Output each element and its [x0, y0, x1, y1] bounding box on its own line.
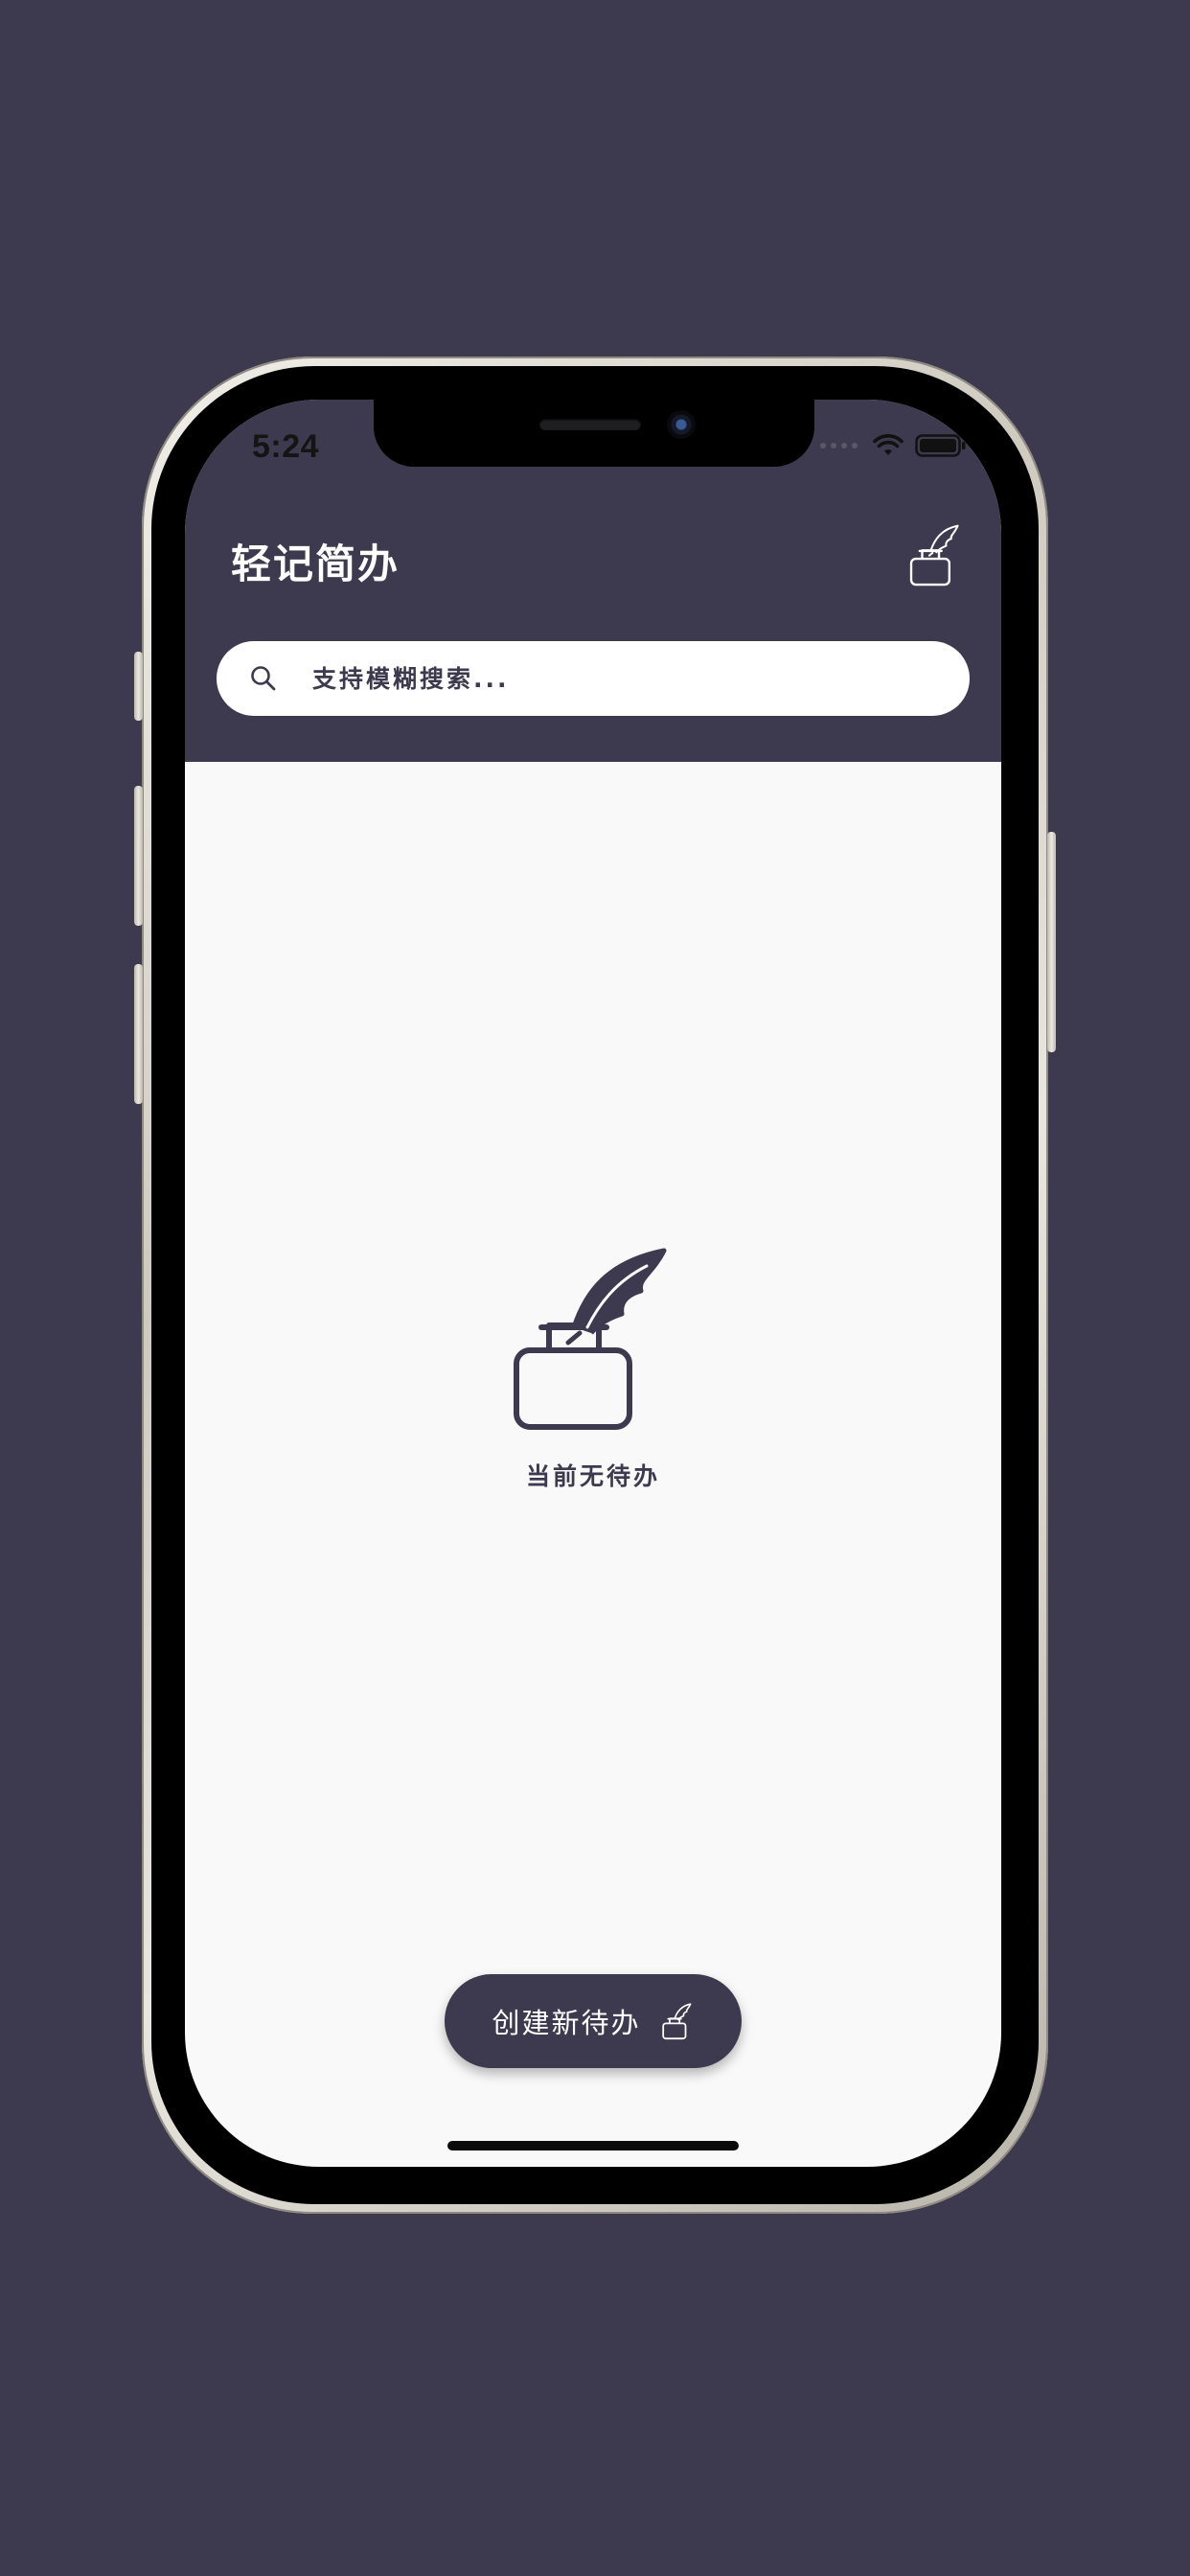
volume-up-button	[134, 786, 143, 926]
create-todo-button[interactable]: 创建新待办	[445, 1974, 742, 2068]
earpiece-speaker	[539, 419, 641, 430]
notch	[374, 400, 814, 467]
empty-state-message: 当前无待办	[525, 1462, 660, 1490]
search-input[interactable]	[310, 663, 927, 694]
front-camera	[667, 410, 696, 439]
status-time: 5:24	[252, 428, 320, 465]
app-header: 5:24 轻记简办	[185, 400, 1001, 762]
home-indicator[interactable]	[447, 2141, 739, 2150]
search-bar[interactable]	[217, 641, 970, 716]
power-button	[1047, 832, 1056, 1052]
volume-down-button	[134, 964, 143, 1104]
silent-switch	[134, 652, 143, 721]
battery-icon	[915, 434, 966, 457]
search-icon	[251, 666, 276, 691]
signal-icon	[820, 443, 858, 448]
ink-quill-icon[interactable]	[909, 522, 965, 587]
ink-quill-icon	[514, 1248, 667, 1430]
status-icons	[819, 434, 967, 457]
ink-quill-icon	[661, 2003, 691, 2040]
app-screen: 5:24 轻记简办 支持模糊搜索... 当前无待办 创建新待办	[185, 400, 1001, 2167]
wifi-icon	[873, 434, 904, 455]
create-todo-label: 创建新待办	[492, 2007, 641, 2039]
page-title: 轻记简办	[231, 540, 400, 587]
